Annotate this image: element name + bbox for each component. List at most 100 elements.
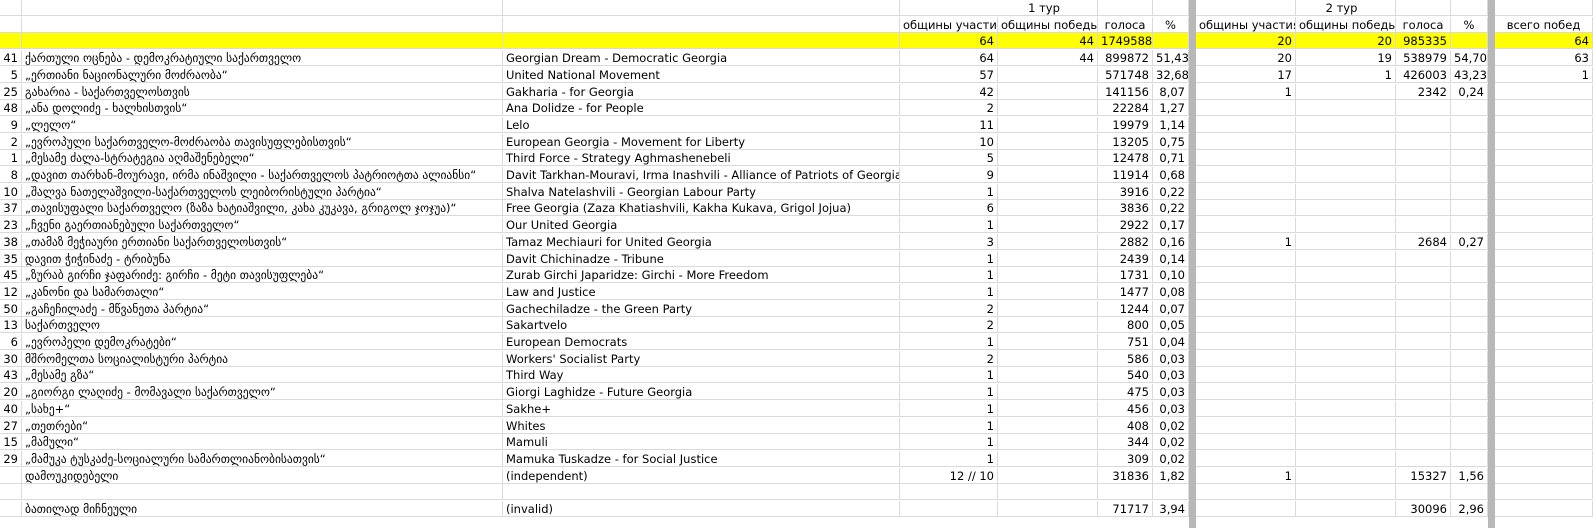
cell-t2w[interactable]: [1296, 233, 1396, 250]
cell-t2pct[interactable]: [1451, 400, 1488, 417]
cell-t1w[interactable]: [998, 150, 1098, 167]
cell[interactable]: [503, 484, 900, 501]
cell-t2p[interactable]: [1196, 367, 1296, 384]
cell-n[interactable]: 38: [0, 233, 22, 250]
cell-t1pct[interactable]: 0,02: [1153, 434, 1189, 451]
cell-t2w[interactable]: [1296, 183, 1396, 200]
cell-t1v[interactable]: 71717: [1098, 501, 1153, 517]
cell-t1v[interactable]: 19979: [1098, 116, 1153, 133]
cell-t2w[interactable]: [1296, 317, 1396, 334]
cell-t2w[interactable]: [1296, 83, 1396, 100]
cell-t2v[interactable]: [1396, 167, 1451, 183]
cell-t1w[interactable]: 44: [998, 50, 1098, 67]
cell-t1p[interactable]: 12 // 10: [900, 467, 998, 484]
cell-t2w[interactable]: [1296, 334, 1396, 350]
cell-t1w[interactable]: [998, 250, 1098, 267]
cell-tw[interactable]: [1495, 233, 1593, 250]
cell-t2v[interactable]: [1396, 434, 1451, 451]
cell[interactable]: [1153, 33, 1189, 50]
cell-t2p[interactable]: 17: [1196, 66, 1296, 83]
cell-t2p[interactable]: [1196, 183, 1296, 200]
cell-t1w[interactable]: [998, 167, 1098, 183]
cell-t1pct[interactable]: 0,03: [1153, 384, 1189, 401]
cell[interactable]: [503, 33, 900, 50]
cell-t1v[interactable]: 2439: [1098, 250, 1153, 267]
cell-t2v[interactable]: [1396, 150, 1451, 167]
cell-t1pct[interactable]: 1,82: [1153, 467, 1189, 484]
cell-n[interactable]: 29: [0, 450, 22, 467]
cell-tw[interactable]: [1495, 467, 1593, 484]
cell-t1pct[interactable]: 0,68: [1153, 167, 1189, 183]
cell-tw[interactable]: [1495, 100, 1593, 117]
cell-t1v[interactable]: 456: [1098, 400, 1153, 417]
cell-t2p[interactable]: [1196, 417, 1296, 434]
cell-tw[interactable]: [1495, 250, 1593, 267]
cell-t2w[interactable]: [1296, 116, 1396, 133]
cell-en[interactable]: Lelo: [503, 116, 900, 133]
cell-en[interactable]: Sakhe+: [503, 400, 900, 417]
cell-t2p[interactable]: [1196, 116, 1296, 133]
cell[interactable]: [900, 484, 998, 501]
cell-tw[interactable]: [1495, 167, 1593, 183]
cell-t1w[interactable]: [998, 116, 1098, 133]
cell-t1pct[interactable]: 0,02: [1153, 417, 1189, 434]
cell-t1p[interactable]: 1: [900, 417, 998, 434]
cell-t1p[interactable]: 1: [900, 434, 998, 451]
cell-t1pct[interactable]: 0,10: [1153, 267, 1189, 284]
cell-t1w[interactable]: [998, 283, 1098, 300]
cell-t2p[interactable]: [1196, 400, 1296, 417]
cell-t2p[interactable]: [1196, 150, 1296, 167]
cell-ge[interactable]: „სახე+“: [22, 400, 503, 417]
cell-t1w[interactable]: [998, 300, 1098, 317]
cell-n[interactable]: 13: [0, 317, 22, 334]
cell-n[interactable]: 1: [0, 150, 22, 167]
total-cell[interactable]: 44: [998, 33, 1098, 50]
cell-n[interactable]: 8: [0, 167, 22, 183]
cell-t2v[interactable]: [1396, 450, 1451, 467]
cell-tw[interactable]: [1495, 300, 1593, 317]
cell-en[interactable]: (independent): [503, 467, 900, 484]
cell-tw[interactable]: [1495, 200, 1593, 217]
cell-n[interactable]: 35: [0, 250, 22, 267]
cell-t1p[interactable]: 5: [900, 150, 998, 167]
cell-tw[interactable]: [1495, 217, 1593, 234]
cell-n[interactable]: 43: [0, 367, 22, 384]
cell-t2p[interactable]: [1196, 384, 1296, 401]
cell-tw[interactable]: [1495, 350, 1593, 367]
cell-t2w[interactable]: [1296, 300, 1396, 317]
cell-en[interactable]: Gakharia - for Georgia: [503, 83, 900, 100]
cell-t2w[interactable]: [1296, 384, 1396, 401]
cell-en[interactable]: Whites: [503, 417, 900, 434]
column-header[interactable]: всего побед: [1495, 16, 1593, 33]
column-header[interactable]: общины победы: [998, 16, 1098, 33]
cell-t1v[interactable]: 31836: [1098, 467, 1153, 484]
total-cell[interactable]: 64: [900, 33, 998, 50]
cell-t2w[interactable]: [1296, 450, 1396, 467]
cell-tw[interactable]: [1495, 183, 1593, 200]
cell[interactable]: [900, 501, 998, 517]
cell-tw[interactable]: [1495, 317, 1593, 334]
cell-n[interactable]: [0, 467, 22, 484]
cell-en[interactable]: Law and Justice: [503, 283, 900, 300]
cell-ge[interactable]: დავით ჭიჭინაძე - ტრიბუნა: [22, 250, 503, 267]
cell-n[interactable]: 2: [0, 133, 22, 150]
cell[interactable]: [1495, 501, 1593, 517]
cell-t1v[interactable]: 1244: [1098, 300, 1153, 317]
cell-t2pct[interactable]: [1451, 334, 1488, 350]
cell-n[interactable]: 45: [0, 267, 22, 284]
cell-t2p[interactable]: [1196, 434, 1296, 451]
cell-t2pct[interactable]: [1451, 434, 1488, 451]
cell-n[interactable]: 30: [0, 350, 22, 367]
cell-t1pct[interactable]: 0,71: [1153, 150, 1189, 167]
cell[interactable]: [1153, 484, 1189, 501]
cell-t2pct[interactable]: [1451, 183, 1488, 200]
cell-t1pct[interactable]: 0,22: [1153, 183, 1189, 200]
cell-tw[interactable]: [1495, 116, 1593, 133]
cell-t2v[interactable]: [1396, 384, 1451, 401]
cell[interactable]: [1396, 484, 1451, 501]
cell-t1w[interactable]: [998, 83, 1098, 100]
cell-t2p[interactable]: [1196, 317, 1296, 334]
cell[interactable]: [1451, 33, 1488, 50]
cell-t1v[interactable]: 11914: [1098, 167, 1153, 183]
cell-t2pct[interactable]: 43,23: [1451, 66, 1488, 83]
